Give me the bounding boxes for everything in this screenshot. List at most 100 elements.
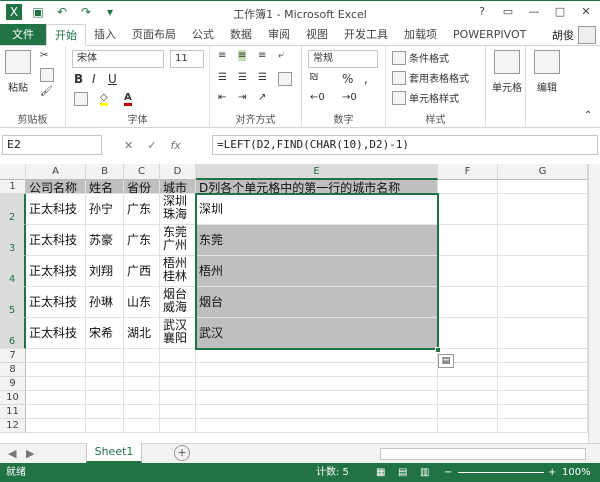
ribbon-display-button[interactable]: ▭ [498,3,518,21]
column-header-B[interactable]: B [86,164,124,180]
tab-view[interactable]: 视图 [298,24,336,45]
cell[interactable] [438,256,498,287]
user-account[interactable]: 胡俊 [552,24,600,45]
cell[interactable] [26,391,86,405]
row-header-12[interactable]: 12 [0,419,26,433]
cell-company[interactable]: 正太科技 [26,256,86,287]
middle-align-button[interactable]: ≡ [238,50,247,61]
cell-styles-button[interactable]: 单元格样式 [392,90,459,105]
normal-view-icon[interactable]: ▦ [376,463,385,482]
cell[interactable] [498,363,588,377]
cell[interactable] [498,194,588,225]
cell[interactable] [160,391,196,405]
copy-button[interactable] [40,68,54,82]
cell-province[interactable]: 广西 [124,256,160,287]
collapse-ribbon-button[interactable]: ⌃ [584,110,592,121]
page-layout-view-icon[interactable]: ▤ [398,463,407,482]
cell[interactable] [196,377,438,391]
cell-province[interactable]: 湖北 [124,318,160,349]
zoom-slider[interactable] [458,472,544,473]
cell-province[interactable]: 广东 [124,194,160,225]
cell-province[interactable]: 广东 [124,225,160,256]
cell[interactable] [438,405,498,419]
tab-insert[interactable]: 插入 [86,24,124,45]
minimize-button[interactable]: — [524,3,544,21]
cell[interactable] [196,391,438,405]
format-painter-button[interactable]: 🖌 [40,86,53,97]
cell-name[interactable]: 宋希 [86,318,124,349]
cell[interactable] [196,363,438,377]
row-header-1[interactable]: 1 [0,180,26,194]
cell-city[interactable]: 梧州 桂林 [160,256,196,287]
align-center-button[interactable]: ☰ [238,72,247,83]
cell[interactable] [438,377,498,391]
cell[interactable] [438,391,498,405]
cell[interactable] [438,318,498,349]
cell-name[interactable]: 苏豪 [86,225,124,256]
cell-company[interactable]: 正太科技 [26,318,86,349]
row-header-5[interactable]: 5 [0,287,26,318]
cell[interactable] [196,419,438,433]
column-header-A[interactable]: A [26,164,86,180]
cell-city[interactable]: 东莞 广州 [160,225,196,256]
increase-indent-button[interactable]: ⇥ [238,92,246,103]
cell[interactable] [124,363,160,377]
row-header-9[interactable]: 9 [0,377,26,391]
maximize-button[interactable]: □ [550,3,570,21]
column-header-C[interactable]: C [124,164,160,180]
cell[interactable] [160,405,196,419]
row-header-7[interactable]: 7 [0,349,26,363]
row-header-4[interactable]: 4 [0,256,26,287]
cell-province[interactable]: 山东 [124,287,160,318]
tab-review[interactable]: 审阅 [260,24,298,45]
cell-city[interactable]: 武汉 襄阳 [160,318,196,349]
cell[interactable] [498,349,588,363]
new-sheet-button[interactable]: + [174,445,190,461]
cell[interactable] [498,180,588,194]
bold-button[interactable]: B [74,72,83,86]
cell[interactable] [438,194,498,225]
header-cell[interactable]: 省份 [124,180,160,194]
cell-first-city[interactable]: 梧州 [196,256,438,287]
cell[interactable] [160,363,196,377]
cell-first-city[interactable]: 深圳 [196,194,438,225]
tab-developer[interactable]: 开发工具 [336,24,396,45]
bottom-align-button[interactable]: ≡ [258,50,266,61]
row-header-11[interactable]: 11 [0,405,26,419]
cell[interactable] [498,391,588,405]
decrease-decimal-button[interactable]: →0 [342,92,357,103]
row-header-2[interactable]: 2 [0,194,26,225]
row-header-3[interactable]: 3 [0,225,26,256]
cell[interactable] [160,419,196,433]
font-color-button[interactable]: A [124,92,132,106]
cell[interactable] [124,419,160,433]
cell[interactable] [86,363,124,377]
row-header-8[interactable]: 8 [0,363,26,377]
prev-sheet-icon[interactable]: ◀ [8,447,16,460]
cell[interactable] [498,405,588,419]
format-as-table-button[interactable]: 套用表格格式 [392,70,469,85]
conditional-format-button[interactable]: 条件格式 [392,50,449,65]
cell[interactable] [124,349,160,363]
cell[interactable] [86,405,124,419]
comma-button[interactable]: , [364,72,368,86]
fill-handle[interactable] [435,347,441,353]
cell-name[interactable]: 孙琳 [86,287,124,318]
cell[interactable] [196,405,438,419]
cell[interactable] [498,377,588,391]
vertical-scrollbar[interactable] [588,164,600,443]
column-header-F[interactable]: F [438,164,498,180]
cell[interactable] [160,377,196,391]
cell-city[interactable]: 深圳 珠海 [160,194,196,225]
zoom-level[interactable]: 100% [562,463,591,482]
next-sheet-icon[interactable]: ▶ [26,447,34,460]
zoom-in-button[interactable]: + [548,463,556,482]
tab-data[interactable]: 数据 [222,24,260,45]
cut-button[interactable]: ✂ [40,50,48,61]
close-button[interactable]: ✕ [576,3,596,21]
number-format-select[interactable]: 常规 [308,50,378,68]
page-break-view-icon[interactable]: ▥ [420,463,429,482]
cell-company[interactable]: 正太科技 [26,194,86,225]
cell[interactable] [498,419,588,433]
cell-first-city[interactable]: 东莞 [196,225,438,256]
